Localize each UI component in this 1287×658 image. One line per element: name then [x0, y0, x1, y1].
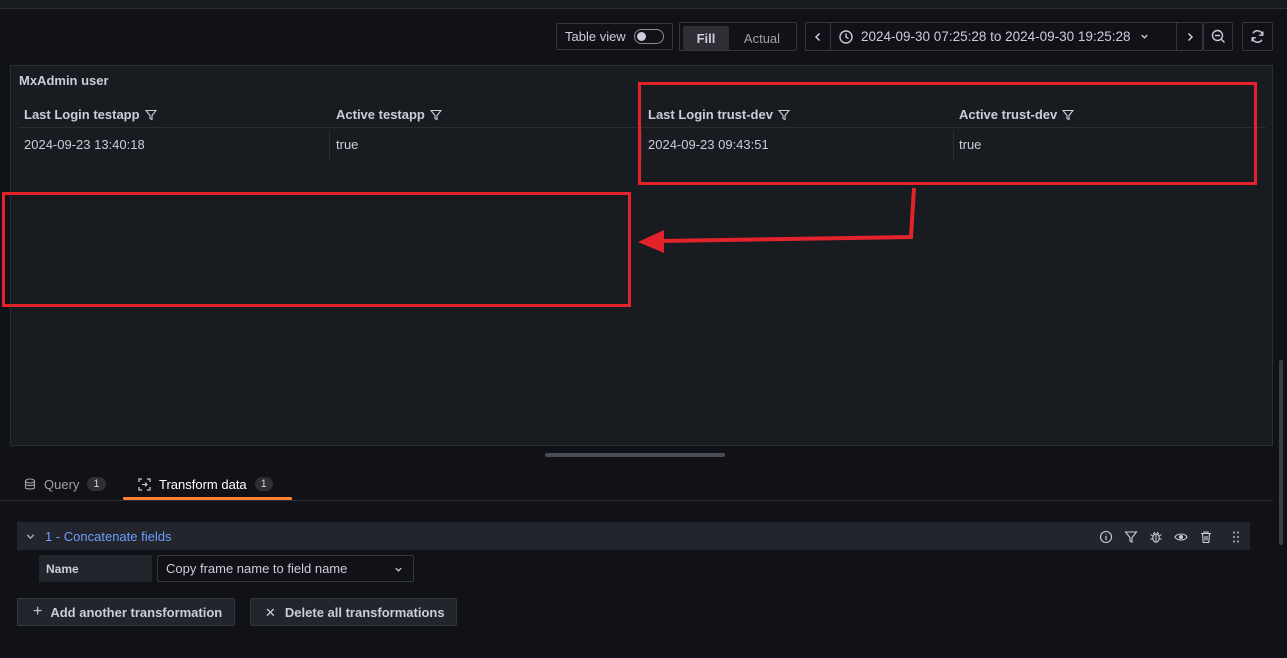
time-back-button[interactable] — [806, 23, 831, 50]
mode-select[interactable]: Copy frame name to field name — [157, 555, 414, 582]
time-range-text: 2024-09-30 07:25:28 to 2024-09-30 19:25:… — [861, 29, 1131, 44]
toggle-switch[interactable] — [633, 29, 664, 44]
chevron-right-icon — [1187, 32, 1194, 41]
column-header-label: Active testapp — [336, 107, 425, 122]
table-view-toggle[interactable]: Table view — [556, 23, 673, 50]
chevron-down-icon — [1141, 34, 1149, 39]
mode-select-value: Copy frame name to field name — [166, 561, 348, 576]
annotation-box-target — [2, 192, 631, 307]
add-transformation-button[interactable]: + Add another transformation — [17, 598, 235, 626]
time-range-picker[interactable]: 2024-09-30 07:25:28 to 2024-09-30 19:25:… — [830, 23, 1176, 50]
fill-option[interactable]: Fill — [683, 26, 729, 50]
add-transformation-label: Add another transformation — [50, 604, 223, 620]
delete-transformations-label: Delete all transformations — [284, 604, 445, 620]
column-header-active-testapp[interactable]: Active testapp — [336, 107, 442, 122]
name-field-label: Name — [39, 555, 152, 582]
table-cell: 2024-09-23 13:40:18 — [24, 137, 145, 152]
close-icon: ✕ — [265, 604, 276, 620]
top-border — [0, 0, 1287, 9]
tab-label: Query — [44, 476, 80, 492]
tab-count-badge: 1 — [254, 477, 273, 491]
annotation-arrow-icon — [638, 187, 916, 253]
pane-resize-handle[interactable] — [545, 453, 725, 457]
column-header-label: Last Login testapp — [24, 107, 140, 122]
filter-icon[interactable] — [144, 109, 157, 121]
clock-icon — [839, 29, 853, 44]
trash-icon[interactable] — [1199, 530, 1213, 544]
zoom-out-icon — [1211, 29, 1225, 43]
refresh-button[interactable] — [1242, 22, 1273, 51]
panel-title: MxAdmin user — [19, 73, 109, 88]
delete-all-transformations-button[interactable]: ✕ Delete all transformations — [250, 598, 457, 626]
column-divider — [329, 130, 330, 160]
tab-transform-data[interactable]: Transform data 1 — [138, 474, 273, 494]
tab-query[interactable]: Query 1 — [24, 474, 106, 494]
column-header-last-login-testapp[interactable]: Last Login testapp — [24, 107, 157, 122]
scrollbar[interactable] — [1279, 360, 1283, 545]
refresh-icon — [1251, 30, 1264, 43]
transform-icon — [138, 477, 151, 491]
chevron-down-icon — [395, 567, 402, 572]
table-view-label: Table view — [565, 29, 626, 44]
actual-option[interactable]: Actual — [732, 26, 792, 50]
filter-icon[interactable] — [429, 109, 442, 121]
bug-icon[interactable] — [1149, 530, 1163, 544]
tab-count-badge: 1 — [87, 477, 106, 491]
tab-label: Transform data — [159, 476, 247, 492]
annotation-box-source — [638, 82, 1257, 185]
fill-actual-selector: Fill Actual — [679, 22, 797, 51]
transformation-header[interactable] — [17, 522, 1250, 550]
time-forward-button[interactable] — [1176, 23, 1203, 50]
time-picker-group: 2024-09-30 07:25:28 to 2024-09-30 19:25:… — [805, 22, 1203, 51]
eye-icon[interactable] — [1174, 530, 1188, 544]
info-icon[interactable] — [1099, 530, 1113, 544]
table-cell: true — [336, 137, 359, 152]
database-icon — [24, 477, 36, 489]
filter-icon[interactable] — [1124, 530, 1138, 544]
chevron-down-icon[interactable] — [25, 531, 36, 542]
zoom-out-button[interactable] — [1203, 22, 1233, 51]
plus-icon: + — [33, 603, 43, 620]
transformation-title[interactable]: 1 - Concatenate fields — [45, 529, 171, 544]
drag-handle-icon[interactable] — [1229, 530, 1243, 544]
tabs-divider — [0, 500, 1273, 501]
chevron-left-icon — [814, 32, 821, 41]
